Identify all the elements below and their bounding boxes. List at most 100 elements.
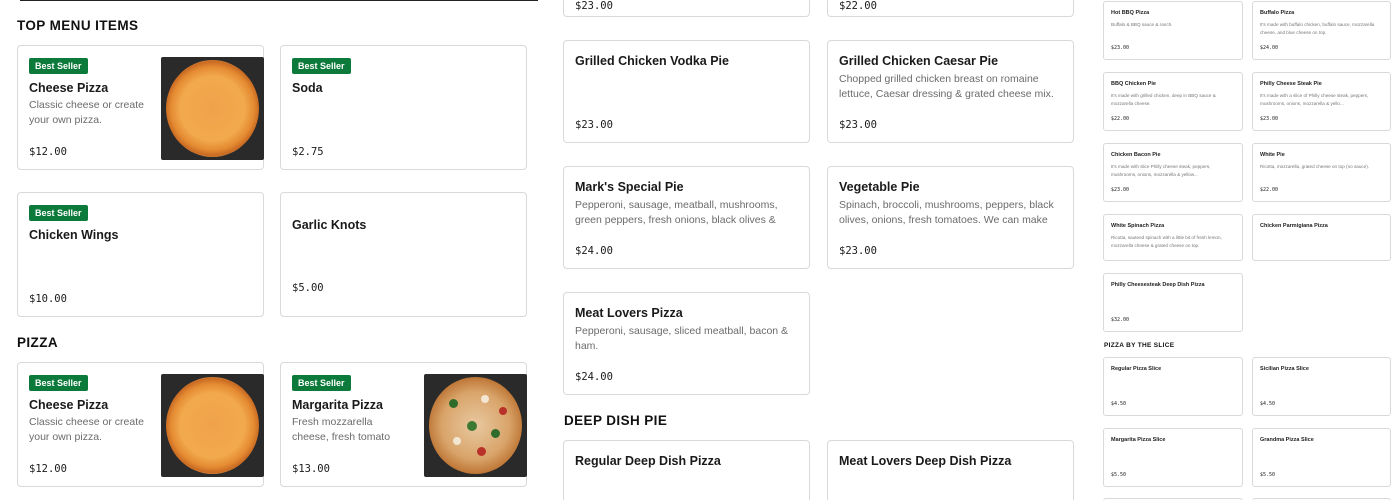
item-price: $23.00 [1111,187,1130,193]
item-name: White Spinach Pizza [1111,223,1165,229]
item-name: Chicken Parmigiana Pizza [1260,223,1328,229]
section-title-top-menu-items: TOP MENU ITEMS [17,18,139,33]
item-price: $22.00 [1260,187,1279,193]
item-description: Pepperoni, sausage, meatball, mushrooms,… [575,199,778,226]
menu-item-card-chicken-parmigiana-pizza[interactable]: Chicken Parmigiana Pizza [1252,214,1391,261]
menu-item-card-sicilian-pizza-slice[interactable]: Sicilian Pizza Slice $4.50 [1252,357,1391,416]
menu-item-card-white-pie[interactable]: White Pie Ricotta, mozzarella, grated ch… [1252,143,1391,202]
best-seller-badge: Best Seller [29,58,88,74]
menu-item-card-cheese-pizza[interactable]: Best Seller Cheese Pizza Classic cheese … [17,362,264,487]
item-description: Ricotta, mozzarella, grated cheese on to… [1260,164,1370,169]
item-name: Soda [292,81,323,95]
item-price: $24.00 [575,245,613,257]
item-name: Grilled Chicken Caesar Pie [839,54,999,68]
item-name: BBQ Chicken Pie [1111,81,1156,87]
menu-item-card-meat-lovers-deep-dish-pizza[interactable]: Meat Lovers Deep Dish Pizza [827,440,1074,500]
item-price: $23.00 [1260,116,1279,122]
item-price: $4.50 [1111,401,1127,407]
item-name: Grandma Pizza Slice [1260,437,1314,443]
menu-item-card-chicken-wings[interactable]: Best Seller Chicken Wings $10.00 [17,192,264,317]
item-name: White Pie [1260,152,1285,158]
menu-item-card-partial[interactable]: $23.00 [563,0,810,17]
item-price: $22.00 [839,0,877,12]
item-price: $13.00 [292,463,330,475]
cheese-pizza-image [161,57,264,160]
menu-item-card-grilled-chicken-vodka-pie[interactable]: Grilled Chicken Vodka Pie $23.00 [563,40,810,143]
item-price: $23.00 [839,119,877,131]
menu-item-card-regular-pizza-slice[interactable]: Regular Pizza Slice $4.50 [1103,357,1243,416]
item-name: Sicilian Pizza Slice [1260,366,1309,372]
item-price: $4.50 [1260,401,1276,407]
item-name: Mark's Special Pie [575,180,684,194]
menu-item-card-meat-lovers-pizza[interactable]: Meat Lovers Pizza Pepperoni, sausage, sl… [563,292,810,395]
item-description: Fresh mozzarella cheese, fresh tomato sa… [292,416,391,443]
item-description: Classic cheese or create your own pizza. [29,99,144,126]
item-price: $23.00 [1111,45,1130,51]
item-name: Chicken Bacon Pie [1111,152,1161,158]
section-title-pizza: PIZZA [17,335,58,350]
best-seller-badge: Best Seller [292,58,351,74]
item-description: It's made with buffalo chicken, buffalo … [1260,22,1375,35]
item-price: $24.00 [575,371,613,383]
margarita-pizza-image [424,374,527,477]
menu-item-card-soda[interactable]: Best Seller Soda $2.75 [280,45,527,170]
menu-item-card-vegetable-pie[interactable]: Vegetable Pie Spinach, broccoli, mushroo… [827,166,1074,269]
item-name: Cheese Pizza [29,398,109,412]
section-title-deep-dish-pie: DEEP DISH PIE [564,413,668,428]
item-description: Classic cheese or create your own pizza. [29,416,144,443]
menu-item-card-margarita-pizza[interactable]: Best Seller Margarita Pizza Fresh mozzar… [280,362,527,487]
menu-item-card-hot-bbq-pizza[interactable]: Hot BBQ Pizza Buffalo & BBQ sauce & ranc… [1103,1,1243,60]
menu-item-card-partial[interactable]: $22.00 [827,0,1074,17]
menu-item-card-grilled-chicken-caesar-pie[interactable]: Grilled Chicken Caesar Pie Chopped grill… [827,40,1074,143]
item-description: Ricotta, sauteed spinach with a little b… [1111,235,1222,248]
menu-item-card-regular-deep-dish-pizza[interactable]: Regular Deep Dish Pizza [563,440,810,500]
menu-item-card-philly-cheesesteak-deep-dish-pizza[interactable]: Philly Cheesesteak Deep Dish Pizza $32.0… [1103,273,1243,332]
item-name: Hot BBQ Pizza [1111,10,1150,16]
item-name: Philly Cheese Steak Pie [1260,81,1322,87]
best-seller-badge: Best Seller [29,205,88,221]
item-description: Buffalo & BBQ sauce & ranch. [1111,22,1173,27]
item-price: $23.00 [575,119,613,131]
menu-item-card-grandma-pizza-slice[interactable]: Grandma Pizza Slice $5.50 [1252,428,1391,487]
item-price: $5.50 [1111,472,1127,478]
item-description: Spinach, broccoli, mushrooms, peppers, b… [839,199,1054,226]
item-name: Margarita Pizza Slice [1111,437,1166,443]
item-description: It's made with slice Philly cheese steak… [1111,164,1211,177]
menu-item-card-philly-cheese-steak-pie[interactable]: Philly Cheese Steak Pie It's made with a… [1252,72,1391,131]
item-price: $22.00 [1111,116,1130,122]
item-name: Meat Lovers Deep Dish Pizza [839,454,1012,468]
item-price: $12.00 [29,463,67,475]
item-name: Garlic Knots [292,218,367,232]
menu-item-card-white-spinach-pizza[interactable]: White Spinach Pizza Ricotta, sauteed spi… [1103,214,1243,261]
item-price: $23.00 [839,245,877,257]
item-name: Cheese Pizza [29,81,109,95]
item-name: Philly Cheesesteak Deep Dish Pizza [1111,282,1205,288]
menu-item-card-buffalo-pizza[interactable]: Buffalo Pizza It's made with buffalo chi… [1252,1,1391,60]
menu-item-card-margarita-pizza-slice[interactable]: Margarita Pizza Slice $5.50 [1103,428,1243,487]
item-name: Meat Lovers Pizza [575,306,683,320]
item-description: It's made with a slice of Philly cheese … [1260,93,1369,106]
section-title-pizza-by-the-slice: PIZZA BY THE SLICE [1104,342,1175,349]
item-price: $24.00 [1260,45,1279,51]
best-seller-badge: Best Seller [29,375,88,391]
item-name: Grilled Chicken Vodka Pie [575,54,729,68]
item-description: Chopped grilled chicken breast on romain… [839,73,1054,100]
item-price: $5.00 [292,282,324,294]
item-price: $12.00 [29,146,67,158]
item-name: Chicken Wings [29,228,119,242]
item-price: $2.75 [292,146,324,158]
item-description: Pepperoni, sausage, sliced meatball, bac… [575,325,789,352]
menu-item-card-chicken-bacon-pie[interactable]: Chicken Bacon Pie It's made with slice P… [1103,143,1243,202]
item-price: $5.50 [1260,472,1276,478]
item-name: Regular Pizza Slice [1111,366,1162,372]
menu-item-card-marks-special-pie[interactable]: Mark's Special Pie Pepperoni, sausage, m… [563,166,810,269]
item-name: Vegetable Pie [839,180,920,194]
item-name: Buffalo Pizza [1260,10,1295,16]
menu-item-card-bbq-chicken-pie[interactable]: BBQ Chicken Pie It's made with grilled c… [1103,72,1243,131]
top-divider [20,0,538,1]
item-name: Regular Deep Dish Pizza [575,454,721,468]
item-price: $23.00 [575,0,613,12]
menu-item-card-garlic-knots[interactable]: Garlic Knots $5.00 [280,192,527,317]
menu-item-card-cheese-pizza[interactable]: Best Seller Cheese Pizza Classic cheese … [17,45,264,170]
item-price: $10.00 [29,293,67,305]
